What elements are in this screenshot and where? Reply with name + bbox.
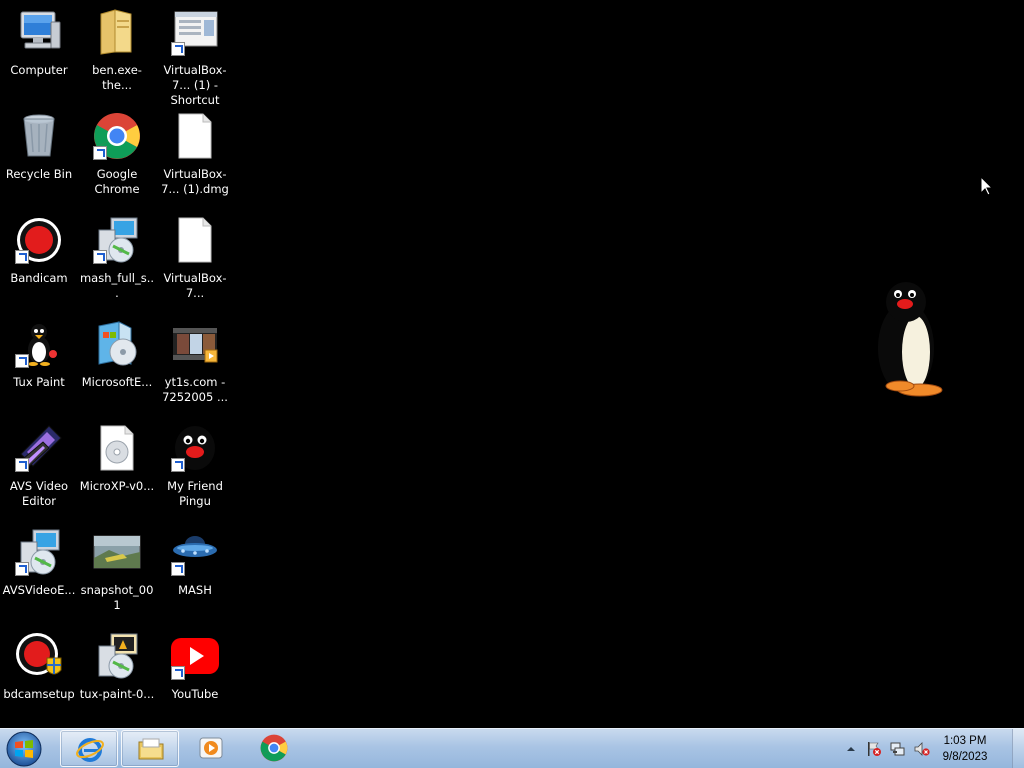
desktop-icon-label: MicrosoftE...	[81, 375, 153, 389]
desktop-icon-label: VirtualBox-7... (1).dmg	[161, 167, 229, 196]
desktop-icon-label: Recycle Bin	[5, 167, 73, 181]
desktop-icon-recycle-bin[interactable]: Recycle Bin	[0, 110, 78, 214]
installer-icon	[93, 216, 141, 264]
action-center-flag-icon[interactable]	[866, 741, 882, 757]
desktop-icon-label: snapshot_001	[80, 583, 154, 612]
folder-icon	[93, 8, 141, 56]
desktop-icon-folder[interactable]: ben.exe-the...	[78, 6, 156, 110]
desktop-icon-label: mash_full_s...	[79, 271, 155, 300]
desktop-icon-label: ben.exe-the...	[92, 63, 142, 92]
clock-time: 1:03 PM	[943, 735, 987, 747]
shortcut-arrow-icon	[15, 562, 29, 576]
bandicam-icon	[15, 216, 63, 264]
shortcut-arrow-icon	[15, 250, 29, 264]
desktop-icon-label: VirtualBox-7...	[163, 271, 227, 300]
desktop-icon-microsoft-installer[interactable]: MicrosoftE...	[78, 318, 156, 422]
taskbar-windows-explorer[interactable]	[121, 730, 179, 767]
network-icon[interactable]	[890, 741, 906, 757]
show-hidden-icons-chevron-up-icon[interactable]	[845, 741, 861, 757]
desktop-icon-label: bdcamsetup	[3, 687, 75, 701]
desktop-icon-avs-video-editor[interactable]: AVS Video Editor	[0, 422, 78, 526]
start-button[interactable]	[4, 730, 44, 768]
pingu-desktop-mascot[interactable]	[870, 278, 946, 402]
chrome-icon	[260, 734, 288, 762]
mouse-pointer-icon	[980, 175, 994, 196]
desktop-icon-mash-installer[interactable]: mash_full_s...	[78, 214, 156, 318]
desktop-icon-grid: Computer ben.exe-the... VirtualBox-7... …	[0, 6, 234, 734]
video-file-icon	[171, 320, 219, 368]
desktop-icon-label: Tux Paint	[13, 375, 65, 389]
desktop-icon-label: AVS Video Editor	[9, 479, 69, 508]
shortcut-arrow-icon	[15, 458, 29, 472]
desktop-icon-label: tux-paint-0...	[79, 687, 155, 701]
desktop-icon-label: Computer	[10, 63, 68, 77]
desktop-icon-label: yt1s.com - 7252005 ...	[162, 375, 228, 404]
desktop-icon-virtualbox-file[interactable]: VirtualBox-7...	[156, 214, 234, 318]
blank-file-icon	[171, 112, 219, 160]
mash-ufo-icon	[171, 528, 219, 576]
desktop-icon-microxp-iso[interactable]: MicroXP-v0...	[78, 422, 156, 526]
desktop-icon-tux-paint[interactable]: Tux Paint	[0, 318, 78, 422]
volume-muted-icon[interactable]	[914, 741, 930, 757]
desktop-icon-computer[interactable]: Computer	[0, 6, 78, 110]
shortcut-arrow-icon	[171, 666, 185, 680]
desktop-icon-label: Bandicam	[10, 271, 68, 285]
show-desktop-button[interactable]	[1012, 729, 1024, 768]
tux-penguin-icon	[15, 320, 63, 368]
taskbar: 1:03 PM 9/8/2023	[0, 728, 1024, 768]
media-player-icon	[197, 734, 225, 762]
desktop-icon-google-chrome[interactable]: Google Chrome	[78, 110, 156, 214]
desktop-icon-label: MASH	[178, 583, 212, 597]
installer-icon	[93, 632, 141, 680]
desktop-icon-label: YouTube	[171, 687, 219, 701]
installer-icon	[15, 528, 63, 576]
taskbar-media-player[interactable]	[182, 730, 240, 767]
desktop-icon-bdcamsetup[interactable]: bdcamsetup	[0, 630, 78, 734]
chrome-icon	[93, 112, 141, 160]
software-box-icon	[93, 320, 141, 368]
desktop-icon-tux-paint-installer[interactable]: tux-paint-0...	[78, 630, 156, 734]
film-strip-icon	[15, 424, 63, 472]
clock-date: 9/8/2023	[942, 751, 988, 763]
shortcut-arrow-icon	[93, 146, 107, 160]
image-thumbnail-icon	[93, 528, 141, 576]
folder-icon	[137, 735, 165, 763]
shortcut-arrow-icon	[15, 354, 29, 368]
bandicam-setup-icon	[15, 632, 63, 680]
desktop-icon-mash[interactable]: MASH	[156, 526, 234, 630]
shortcut-arrow-icon	[171, 458, 185, 472]
shortcut-arrow-icon	[93, 250, 107, 264]
shortcut-arrow-icon	[171, 42, 185, 56]
desktop-icon-label: MicroXP-v0...	[79, 479, 155, 493]
desktop-icon-snapshot[interactable]: snapshot_001	[78, 526, 156, 630]
desktop[interactable]: Computer ben.exe-the... VirtualBox-7... …	[0, 0, 1024, 728]
blank-file-icon	[171, 216, 219, 264]
internet-explorer-icon	[76, 735, 104, 763]
taskbar-internet-explorer[interactable]	[60, 730, 118, 767]
taskbar-clock[interactable]: 1:03 PM 9/8/2023	[934, 733, 996, 765]
window-document-icon	[171, 8, 219, 56]
desktop-icon-youtube[interactable]: YouTube	[156, 630, 234, 734]
desktop-icon-virtualbox-shortcut[interactable]: VirtualBox-7... (1) - Shortcut	[156, 6, 234, 110]
disc-image-icon	[93, 424, 141, 472]
pingu-face-icon	[171, 424, 219, 472]
desktop-icon-label: Google Chrome	[94, 167, 140, 196]
desktop-icon-bandicam[interactable]: Bandicam	[0, 214, 78, 318]
desktop-icon-virtualbox-dmg[interactable]: VirtualBox-7... (1).dmg	[156, 110, 234, 214]
taskbar-google-chrome[interactable]	[245, 730, 303, 767]
shortcut-arrow-icon	[171, 562, 185, 576]
computer-icon	[15, 8, 63, 56]
desktop-icon-label: AVSVideoE...	[2, 583, 76, 597]
desktop-icon-avsvideoe-installer[interactable]: AVSVideoE...	[0, 526, 78, 630]
desktop-icon-label: VirtualBox-7... (1) - Shortcut	[163, 63, 227, 107]
recycle-bin-icon	[15, 112, 63, 160]
desktop-icon-video-file[interactable]: yt1s.com - 7252005 ...	[156, 318, 234, 422]
desktop-icon-my-friend-pingu[interactable]: My Friend Pingu	[156, 422, 234, 526]
desktop-icon-label: My Friend Pingu	[167, 479, 223, 508]
youtube-icon	[171, 632, 219, 680]
